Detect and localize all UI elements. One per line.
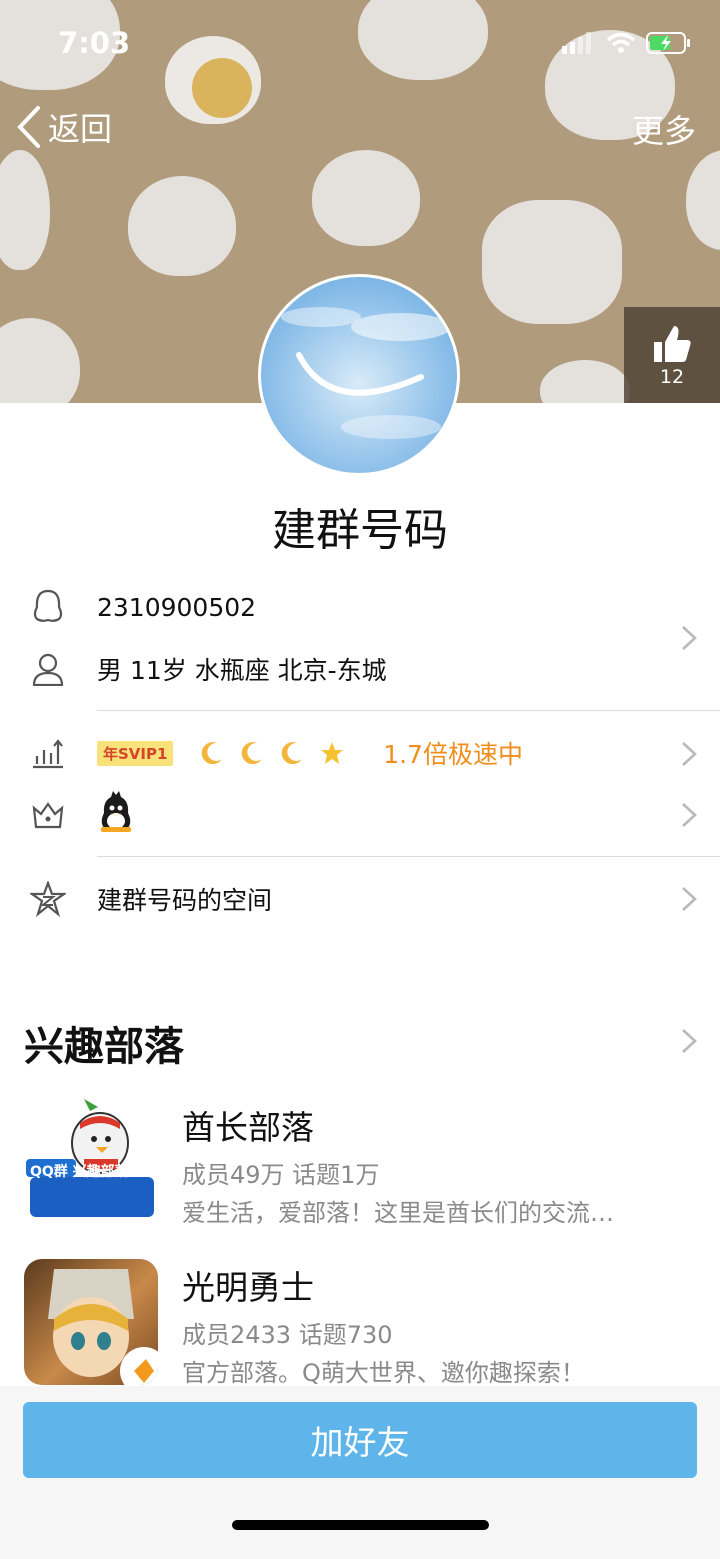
like-count: 12 xyxy=(659,366,685,388)
like-button[interactable]: 12 xyxy=(624,307,720,403)
tribe-stats: 成员49万 话题1万 xyxy=(182,1161,380,1189)
star-icon xyxy=(321,742,344,764)
moon-icon xyxy=(281,742,303,765)
tribe-thumbnail: QQ群 兴趣部落 xyxy=(24,1099,158,1225)
avatar[interactable] xyxy=(258,274,460,476)
back-button[interactable]: 返回 xyxy=(16,104,112,150)
tribe-name: 酋长部落 xyxy=(182,1108,314,1147)
back-label: 返回 xyxy=(48,110,113,148)
chevron-right-icon xyxy=(682,803,697,827)
penguin-outline-icon xyxy=(28,587,68,627)
chevron-right-icon xyxy=(682,626,697,650)
tribe-description: 官方部落。Q萌大世界、邀你趣探索！ xyxy=(182,1359,585,1387)
chevron-left-icon xyxy=(17,106,40,148)
cover-pattern-bun xyxy=(128,176,236,276)
profile-name: 建群号码 xyxy=(272,505,448,556)
speed-text: 1.7倍极速中 xyxy=(383,740,523,769)
svip-badge: 年SVIP1 xyxy=(97,740,174,766)
qq-number: 2310900502 xyxy=(97,592,257,622)
vip-info: 年SVIP1 1.7倍极速中 xyxy=(97,735,523,771)
home-indicator[interactable] xyxy=(232,1520,489,1530)
qzone-row[interactable]: 建群号码的空间 xyxy=(0,876,720,922)
avatar-image xyxy=(281,307,451,439)
thumbs-up-icon xyxy=(654,326,691,362)
tribe-item[interactable]: 光明勇士 成员2433 话题730 官方部落。Q萌大世界、邀你趣探索！ xyxy=(0,1259,720,1389)
bottom-action-bar: 加好友 xyxy=(0,1386,720,1559)
tribe-warrior-image xyxy=(48,1269,158,1385)
decoration-row[interactable] xyxy=(0,791,720,839)
cover-pattern-bun xyxy=(312,150,420,246)
tribe-item[interactable]: QQ群 兴趣部落 酋长部落 成员49万 话题1万 爱生活，爱部落！这里是酋长们的… xyxy=(0,1099,720,1229)
chevron-right-icon xyxy=(682,887,697,911)
personal-info: 男 11岁 水瓶座 北京-东城 xyxy=(97,656,387,685)
cover-pattern-yolk xyxy=(192,58,252,118)
cover-pattern-bun xyxy=(0,150,50,270)
divider xyxy=(97,710,720,711)
personal-info-row[interactable]: 男 11岁 水瓶座 北京-东城 xyxy=(0,646,720,692)
person-icon xyxy=(28,649,68,689)
qzone-label: 建群号码的空间 xyxy=(97,886,273,915)
cover-pattern-bun xyxy=(686,150,720,250)
divider xyxy=(97,856,720,857)
level-chart-icon xyxy=(28,733,68,773)
vip-row[interactable]: 年SVIP1 1.7倍极速中 xyxy=(0,730,720,776)
qzone-star-icon xyxy=(28,879,68,919)
penguin-icon xyxy=(101,791,131,832)
more-button[interactable]: 更多 xyxy=(632,106,696,152)
cover-pattern-bun xyxy=(0,318,80,403)
cover-pattern-bun xyxy=(540,360,630,403)
qq-number-row[interactable]: 2310900502 xyxy=(0,584,720,630)
add-friend-button[interactable]: 加好友 xyxy=(23,1402,697,1478)
tribe-stats: 成员2433 话题730 xyxy=(182,1321,393,1349)
moon-icon xyxy=(242,742,263,765)
wifi-icon xyxy=(606,32,636,53)
crown-icon xyxy=(28,795,68,835)
tribe-description: 爱生活，爱部落！这里是酋长们的交流… xyxy=(182,1199,614,1227)
chevron-right-icon xyxy=(682,742,697,766)
tribe-thumbnail-label: QQ群 兴趣部落 xyxy=(30,1164,129,1180)
chevron-right-icon[interactable] xyxy=(680,1027,698,1055)
status-icons xyxy=(562,32,692,54)
tribe-thumbnail xyxy=(24,1259,158,1385)
cover-pattern-bun xyxy=(358,0,488,80)
tribes-section-title[interactable]: 兴趣部落 xyxy=(24,1014,184,1072)
penguin-decoration xyxy=(97,791,135,839)
status-time: 7:03 xyxy=(58,26,131,60)
tribe-name: 光明勇士 xyxy=(182,1268,314,1307)
moon-icon xyxy=(202,742,223,765)
cover-pattern-bear xyxy=(482,200,622,324)
signal-icon xyxy=(562,32,591,54)
battery-icon xyxy=(646,32,690,54)
